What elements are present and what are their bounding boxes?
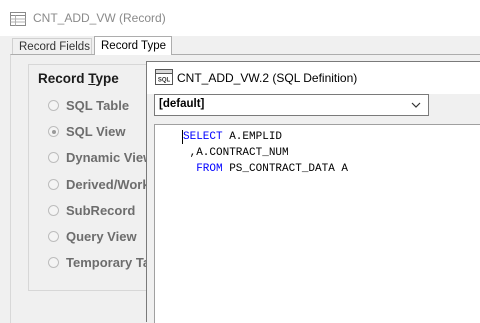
- record-type-legend: Record Type: [38, 71, 119, 86]
- radio-derived-work[interactable]: Derived/Work: [48, 176, 148, 194]
- radio-sql-table[interactable]: SQL Table: [48, 97, 148, 115]
- code-line: SELECT A.EMPLID: [183, 131, 283, 143]
- radio-button-selected-icon[interactable]: [48, 126, 59, 137]
- chevron-down-icon[interactable]: [411, 100, 421, 110]
- view-dropdown-value: [default]: [159, 98, 205, 110]
- radio-query-view[interactable]: Query View: [48, 228, 148, 246]
- radio-subrecord[interactable]: SubRecord: [48, 202, 148, 220]
- code-line: ,A.CONTRACT_NUM: [183, 147, 289, 159]
- tab-record-fields[interactable]: Record Fields: [12, 38, 92, 54]
- tab-record-type[interactable]: Record Type: [94, 36, 172, 55]
- radio-button-icon[interactable]: [48, 179, 59, 190]
- radio-dynamic-view[interactable]: Dynamic View: [48, 149, 148, 167]
- code-line: FROM PS_CONTRACT_DATA A: [183, 163, 349, 175]
- sql-window-titlebar: SQL CNT_ADD_VW.2 (SQL Definition): [147, 62, 480, 94]
- view-dropdown[interactable]: [default]: [154, 94, 429, 116]
- sql-icon: SQL: [155, 69, 173, 85]
- radio-button-icon[interactable]: [48, 100, 59, 111]
- radio-button-icon[interactable]: [48, 205, 59, 216]
- radio-button-icon[interactable]: [48, 231, 59, 242]
- record-window-title: CNT_ADD_VW (Record): [33, 11, 166, 25]
- record-window-titlebar: CNT_ADD_VW (Record): [0, 0, 480, 36]
- sql-definition-window: SQL CNT_ADD_VW.2 (SQL Definition) [defau…: [146, 61, 480, 323]
- radio-button-icon[interactable]: [48, 257, 59, 268]
- record-icon: [10, 12, 26, 26]
- radio-temporary-table[interactable]: Temporary Table: [48, 254, 148, 272]
- sql-window-title: CNT_ADD_VW.2 (SQL Definition): [177, 71, 358, 85]
- sql-code-editor[interactable]: SELECT A.EMPLID ,A.CONTRACT_NUM FROM PS_…: [154, 124, 480, 323]
- svg-text:SQL: SQL: [158, 78, 171, 84]
- radio-button-icon[interactable]: [48, 152, 59, 163]
- radio-sql-view[interactable]: SQL View: [48, 123, 148, 141]
